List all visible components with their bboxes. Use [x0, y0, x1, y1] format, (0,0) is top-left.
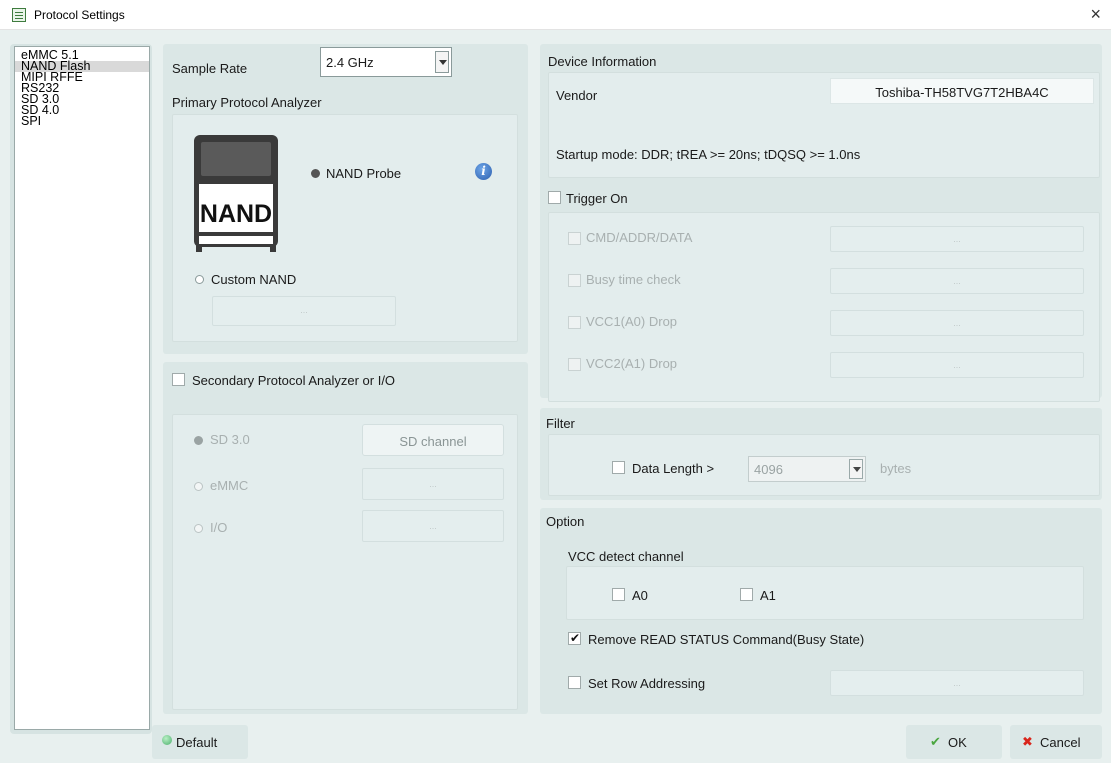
- filter-label: Filter: [546, 416, 575, 431]
- data-length-unit: bytes: [880, 461, 912, 476]
- window-title: Protocol Settings: [34, 8, 125, 22]
- cmd-addr-data-checkbox[interactable]: [568, 232, 581, 245]
- io-label: I/O: [210, 520, 228, 535]
- emmc-field[interactable]: ...: [362, 468, 504, 500]
- default-button[interactable]: Default: [152, 725, 248, 759]
- cmd-addr-data-field[interactable]: ...: [830, 226, 1084, 252]
- sd30-label: SD 3.0: [210, 432, 250, 447]
- svg-text:NAND: NAND: [200, 200, 272, 228]
- sd-channel-label: SD channel: [399, 434, 467, 449]
- device-info-label: Device Information: [548, 54, 657, 69]
- sd30-radio[interactable]: [194, 436, 203, 445]
- chevron-down-icon[interactable]: [849, 459, 863, 479]
- custom-nand-field[interactable]: ...: [212, 296, 396, 326]
- io-dots: ...: [429, 521, 437, 531]
- vcc2-drop-dots: ...: [953, 360, 961, 370]
- sd-channel-button[interactable]: SD channel: [362, 424, 504, 456]
- cmd-addr-data-label: CMD/ADDR/DATA: [586, 230, 693, 245]
- protocol-list[interactable]: eMMC 5.1 NAND Flash MIPI RFFE RS232 SD 3…: [14, 46, 150, 730]
- secondary-analyzer-checkbox[interactable]: [172, 373, 185, 386]
- secondary-analyzer-label: Secondary Protocol Analyzer or I/O: [192, 373, 396, 388]
- a1-checkbox[interactable]: [740, 588, 753, 601]
- sample-rate-value: 2.4 GHz: [326, 55, 374, 70]
- set-row-addressing-field[interactable]: ...: [830, 670, 1084, 696]
- option-label: Option: [546, 514, 585, 529]
- primary-analyzer-label: Primary Protocol Analyzer: [172, 95, 322, 110]
- busy-time-field[interactable]: ...: [830, 268, 1084, 294]
- vendor-value: Toshiba-TH58TVG7T2HBA4C: [875, 85, 1049, 100]
- data-length-value: 4096: [754, 462, 783, 477]
- busy-time-dots: ...: [953, 276, 961, 286]
- protocol-item-spi[interactable]: SPI: [15, 115, 149, 128]
- data-length-select[interactable]: 4096: [748, 456, 866, 482]
- check-icon: ✔: [930, 735, 941, 750]
- io-field[interactable]: ...: [362, 510, 504, 542]
- vendor-label: Vendor: [556, 88, 598, 103]
- vcc1-drop-checkbox[interactable]: [568, 316, 581, 329]
- chevron-down-icon[interactable]: [435, 51, 449, 73]
- title-bar: Protocol Settings ×: [0, 0, 1111, 30]
- a0-label: A0: [632, 588, 648, 603]
- busy-time-label: Busy time check: [586, 272, 681, 287]
- cancel-icon: ✖: [1022, 735, 1033, 750]
- sample-rate-label: Sample Rate: [172, 61, 248, 76]
- trigger-on-label: Trigger On: [566, 191, 628, 206]
- sample-rate-select[interactable]: 2.4 GHz: [320, 47, 452, 77]
- set-row-addressing-checkbox[interactable]: [568, 676, 581, 689]
- cancel-button[interactable]: ✖ Cancel: [1010, 725, 1102, 759]
- io-radio[interactable]: [194, 524, 203, 533]
- remove-read-status-label: Remove READ STATUS Command(Busy State): [588, 632, 865, 647]
- vcc-detect-label: VCC detect channel: [568, 549, 684, 564]
- custom-nand-dots: ...: [300, 305, 308, 315]
- custom-nand-radio[interactable]: [195, 275, 204, 284]
- info-icon[interactable]: i: [475, 163, 492, 180]
- cancel-button-label: Cancel: [1040, 735, 1081, 750]
- nand-probe-radio[interactable]: [311, 169, 320, 178]
- startup-mode-text: Startup mode: DDR; tREA >= 20ns; tDQSQ >…: [556, 147, 861, 162]
- vcc2-drop-checkbox[interactable]: [568, 358, 581, 371]
- ok-button-label: OK: [948, 735, 967, 750]
- secondary-analyzer-box: [172, 414, 518, 710]
- set-row-addressing-label: Set Row Addressing: [588, 676, 706, 691]
- vcc1-drop-field[interactable]: ...: [830, 310, 1084, 336]
- emmc-dots: ...: [429, 479, 437, 489]
- default-button-label: Default: [176, 735, 218, 750]
- vcc1-drop-dots: ...: [953, 318, 961, 328]
- busy-time-checkbox[interactable]: [568, 274, 581, 287]
- remove-read-status-checkbox[interactable]: [568, 631, 581, 645]
- data-length-label: Data Length >: [632, 461, 715, 476]
- set-row-addressing-dots: ...: [953, 678, 961, 688]
- emmc-radio[interactable]: [194, 482, 203, 491]
- vendor-value-box: Toshiba-TH58TVG7T2HBA4C: [830, 78, 1094, 104]
- trigger-on-checkbox[interactable]: [548, 191, 561, 204]
- app-list-icon: [12, 8, 26, 22]
- emmc-label: eMMC: [210, 478, 249, 493]
- vcc2-drop-label: VCC2(A1) Drop: [586, 356, 678, 371]
- vcc2-drop-field[interactable]: ...: [830, 352, 1084, 378]
- default-icon: [162, 735, 172, 745]
- ok-button[interactable]: ✔ OK: [906, 725, 1002, 759]
- close-icon[interactable]: ×: [1090, 4, 1101, 24]
- a1-label: A1: [760, 588, 776, 603]
- cmd-addr-data-dots: ...: [953, 234, 961, 244]
- custom-nand-label: Custom NAND: [211, 272, 297, 287]
- a0-checkbox[interactable]: [612, 588, 625, 601]
- nand-chip-icon: NAND: [194, 135, 278, 252]
- vcc1-drop-label: VCC1(A0) Drop: [586, 314, 678, 329]
- data-length-checkbox[interactable]: [612, 461, 625, 474]
- nand-probe-label: NAND Probe: [326, 166, 402, 181]
